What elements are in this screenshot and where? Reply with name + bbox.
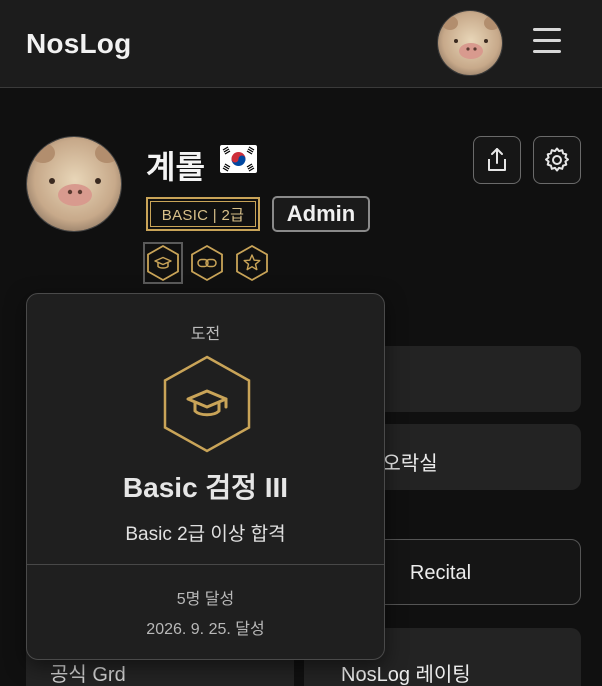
share-button[interactable]: [473, 136, 521, 184]
hamburger-icon: [533, 28, 561, 31]
role-badge: Admin: [272, 196, 370, 232]
popover-category: 도전: [190, 326, 221, 343]
achievement-graduation[interactable]: [143, 242, 183, 284]
korea-flag-icon: [220, 145, 257, 173]
top-header: NosLog: [0, 0, 602, 88]
profile-username: 계롤: [146, 149, 205, 185]
graduation-cap-icon: [147, 244, 179, 282]
info-card-5-label: NosLog 레이팅: [341, 664, 471, 686]
popover-description: Basic 2급 이상 합격: [125, 524, 286, 545]
header-avatar[interactable]: [437, 10, 503, 76]
popover-achieved-count: 5명 달성: [176, 591, 235, 608]
popover-achieved-date: 2026. 9. 25. 달성: [146, 621, 265, 638]
menu-button[interactable]: [531, 28, 563, 58]
achievement-popover: 도전 Basic 검정 III Basic 2급 이상 합격 5명 달성 202…: [26, 293, 385, 660]
achievement-link[interactable]: [189, 244, 225, 282]
level-badge: BASIC | 2급: [146, 197, 260, 231]
profile-avatar: [26, 136, 122, 232]
star-icon: [236, 244, 268, 282]
link-icon: [191, 244, 223, 282]
app-logo[interactable]: NosLog: [26, 28, 131, 60]
level-badge-label: BASIC | 2급: [150, 201, 256, 227]
popover-divider: [27, 564, 384, 565]
share-icon: [488, 148, 506, 171]
settings-button[interactable]: [533, 136, 581, 184]
popover-title: Basic 검정 III: [122, 472, 289, 503]
info-card-4-label: 공식 Grd: [50, 664, 126, 686]
achievement-star[interactable]: [234, 244, 270, 282]
gear-icon: [545, 147, 569, 172]
achievement-graduation-large-icon: [160, 354, 254, 454]
